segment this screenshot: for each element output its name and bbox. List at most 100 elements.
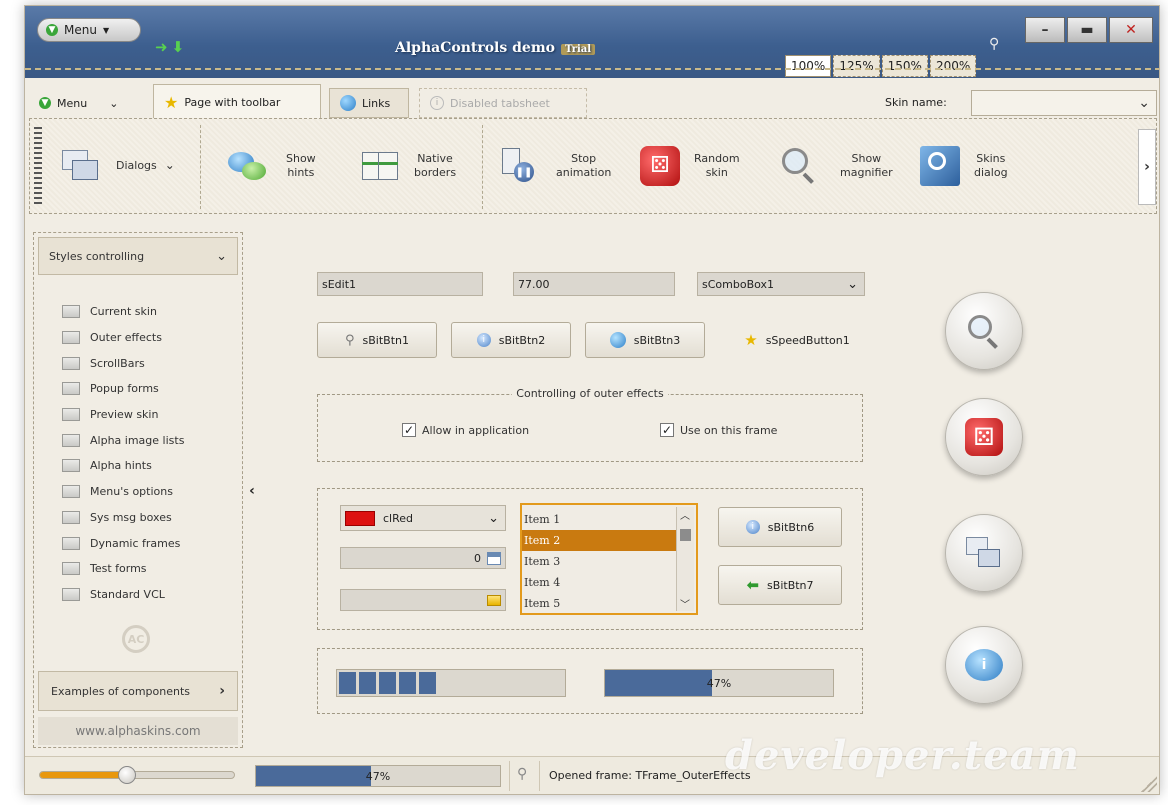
- calendar-icon[interactable]: [487, 551, 501, 565]
- stop-animation-button[interactable]: ❚❚ Stop animation: [500, 131, 611, 201]
- chat-bubble-icon: i: [965, 649, 1003, 681]
- round-search-button[interactable]: [945, 292, 1023, 370]
- sidebar-item-dynamic-frames[interactable]: Dynamic frames: [62, 530, 184, 556]
- toolbar-grip[interactable]: [34, 127, 42, 205]
- sidebar-item-test-forms[interactable]: Test forms: [62, 556, 184, 582]
- maximize-button[interactable]: ▬: [1067, 17, 1107, 43]
- show-hints-button[interactable]: Show hints: [226, 131, 316, 201]
- zoom-tab-125[interactable]: 125%: [833, 55, 880, 77]
- native-line1: Native: [417, 151, 453, 165]
- resize-grip-icon[interactable]: [1141, 776, 1157, 792]
- number-input[interactable]: 77.00: [513, 272, 675, 296]
- close-button[interactable]: ✕: [1109, 17, 1153, 43]
- skins-dialog-button[interactable]: Skins dialog: [920, 131, 1008, 201]
- directory-edit[interactable]: [340, 589, 506, 611]
- group-title: Controlling of outer effects: [512, 387, 668, 400]
- minimize-button[interactable]: –: [1025, 17, 1065, 43]
- sidebar-item-menus-options[interactable]: Menu's options: [62, 479, 184, 505]
- sbitbtn6-button[interactable]: i sBitBtn6: [718, 507, 842, 547]
- skin-name-combo[interactable]: ⌄: [971, 90, 1157, 116]
- sbitbtn7-button[interactable]: ⬅ sBitBtn7: [718, 565, 842, 605]
- arrow-down-icon[interactable]: ⬇: [172, 38, 185, 56]
- sbitbtn2-button[interactable]: i sBitBtn2: [451, 322, 571, 358]
- sidebar-item-standard-vcl[interactable]: Standard VCL: [62, 582, 184, 608]
- skins-line1: Skins: [976, 151, 1006, 165]
- sbitbtn3-button[interactable]: sBitBtn3: [585, 322, 705, 358]
- date-spin-value: 0: [474, 551, 481, 565]
- sidebar-item-alpha-image-lists[interactable]: Alpha image lists: [62, 427, 184, 453]
- sidebar: Styles controlling ⌄ Current skin Outer …: [33, 232, 243, 748]
- use-on-this-frame-checkbox[interactable]: ✓ Use on this frame: [660, 423, 777, 437]
- chevron-left-icon: ‹: [249, 483, 255, 499]
- sidebar-item-current-skin[interactable]: Current skin: [62, 299, 184, 325]
- listbox-scrollbar[interactable]: ︿ ﹀: [676, 507, 694, 611]
- chevron-down-icon: ⌄: [216, 248, 227, 264]
- tab-page-with-toolbar[interactable]: ★ Page with toolbar: [153, 84, 321, 120]
- zoom-tab-150[interactable]: 150%: [881, 55, 928, 77]
- styles-controlling-header[interactable]: Styles controlling ⌄: [38, 237, 238, 275]
- main-menu-button[interactable]: ▼ Menu ▼: [37, 18, 141, 42]
- scrollbar-thumb[interactable]: [680, 529, 691, 541]
- list-item-selected[interactable]: Item 2: [522, 530, 676, 551]
- status-progress-bar: 47%: [255, 765, 501, 787]
- toolbar-scroll-right-button[interactable]: ›: [1138, 129, 1156, 205]
- chevron-up-icon[interactable]: ︿: [680, 507, 690, 522]
- arrow-right-icon[interactable]: ➜: [155, 38, 168, 56]
- list-item[interactable]: Item 3: [522, 551, 676, 572]
- native-borders-button[interactable]: Native borders: [360, 131, 456, 201]
- title-bar: ▼ Menu ▼ ➜ ⬇ AlphaControls demo Trial ⚲ –…: [25, 6, 1159, 78]
- quick-access-arrows[interactable]: ➜ ⬇: [155, 38, 184, 56]
- random-skin-button[interactable]: ⚄ Random skin: [640, 131, 740, 201]
- sidebar-collapse-button[interactable]: ‹: [247, 406, 257, 576]
- sidebar-list: Current skin Outer effects ScrollBars Po…: [62, 299, 184, 607]
- list-item[interactable]: Item 5: [522, 593, 676, 614]
- website-link[interactable]: www.alphaskins.com: [38, 717, 238, 745]
- list-item[interactable]: Item 1: [522, 509, 676, 530]
- sedit1-input[interactable]: sEdit1: [317, 272, 483, 296]
- folder-icon[interactable]: [487, 594, 501, 606]
- sidebar-item-label: Test forms: [90, 562, 147, 576]
- zoom-tab-200[interactable]: 200%: [929, 55, 977, 77]
- progress-text: 47%: [706, 676, 732, 690]
- color-combo[interactable]: clRed ⌄: [340, 505, 506, 531]
- sidebar-item-outer-effects[interactable]: Outer effects: [62, 325, 184, 351]
- sidebar-item-preview-skin[interactable]: Preview skin: [62, 402, 184, 428]
- dialogs-button[interactable]: Dialogs ⌄: [58, 131, 175, 201]
- sidebar-item-alpha-hints[interactable]: Alpha hints: [62, 453, 184, 479]
- show-magnifier-button[interactable]: Show magnifier: [778, 131, 893, 201]
- round-dialogs-button[interactable]: [945, 514, 1023, 592]
- tab-menu[interactable]: ▼ Menu ⌄: [29, 88, 128, 118]
- info-icon: i: [430, 96, 444, 110]
- sspeedbutton1-button[interactable]: ★ sSpeedButton1: [729, 322, 865, 358]
- list-item[interactable]: Item 4: [522, 572, 676, 593]
- status-message: Opened frame: TFrame_OuterEffects: [549, 769, 751, 782]
- zoom-tab-100[interactable]: 100%: [785, 55, 832, 77]
- scombobox1-select[interactable]: sComboBox1 ⌄: [697, 272, 865, 296]
- examples-of-components-header[interactable]: Examples of components ›: [38, 671, 238, 711]
- form-icon: [62, 485, 80, 499]
- main-menu-label: Menu: [64, 23, 97, 37]
- magnifier-icon[interactable]: ⚲: [989, 36, 999, 52]
- round-hints-button[interactable]: i: [945, 626, 1023, 704]
- sidebar-item-popup-forms[interactable]: Popup forms: [62, 376, 184, 402]
- sidebar-item-scrollbars[interactable]: ScrollBars: [62, 350, 184, 376]
- status-separator: [539, 761, 540, 791]
- items-listbox[interactable]: Item 1 Item 2 Item 3 Item 4 Item 5 ︿ ﹀: [520, 503, 698, 615]
- sidebar-item-sys-msg-boxes[interactable]: Sys msg boxes: [62, 505, 184, 531]
- segmented-progress-bar: [336, 669, 566, 697]
- zoom-slider[interactable]: [39, 766, 235, 784]
- chevron-down-icon[interactable]: ﹀: [680, 596, 690, 611]
- form-icon: [62, 408, 80, 422]
- slider-thumb[interactable]: [118, 766, 137, 784]
- show-hints-label: Show hints: [286, 152, 316, 181]
- date-spin-edit[interactable]: 0: [340, 547, 506, 569]
- tab-links[interactable]: Links: [329, 88, 409, 118]
- sbitbtn1-button[interactable]: ⚲ sBitBtn1: [317, 322, 437, 358]
- allow-in-application-checkbox[interactable]: ✓ Allow in application: [402, 423, 529, 437]
- globe-icon: [340, 95, 356, 111]
- sidebar-item-label: Sys msg boxes: [90, 510, 172, 524]
- round-random-skin-button[interactable]: ⚄: [945, 398, 1023, 476]
- windows-icon: [58, 146, 98, 186]
- magnifier-line1: Show: [851, 151, 882, 165]
- status-separator: [509, 761, 510, 791]
